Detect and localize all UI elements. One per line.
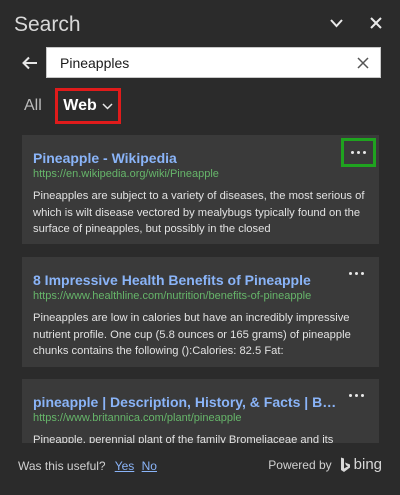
arrow-left-icon: [22, 56, 37, 70]
result-card[interactable]: Pineapple - Wikipedia https://en.wikiped…: [22, 135, 379, 244]
clear-search-button[interactable]: [354, 54, 372, 72]
feedback-prompt: Was this useful? Yes No: [18, 459, 161, 473]
feedback-question: Was this useful?: [18, 459, 106, 473]
feedback-footer: Was this useful? Yes No Powered by bing: [0, 445, 400, 495]
more-dot-icon: [354, 271, 358, 275]
result-more-options-button[interactable]: [341, 138, 376, 167]
search-input[interactable]: [47, 48, 347, 77]
bing-logo-icon: [340, 457, 350, 472]
back-button[interactable]: [17, 50, 43, 76]
more-dot-icon: [363, 151, 366, 154]
more-dot-icon: [360, 393, 364, 397]
more-dot-icon: [360, 271, 364, 275]
result-snippet: Pineapples are low in calories but have …: [33, 312, 351, 357]
pane-title: Search: [14, 13, 81, 36]
search-pane-header: Search: [0, 0, 400, 46]
bing-wordmark: bing: [353, 456, 382, 473]
scope-tab-all[interactable]: All: [24, 97, 42, 115]
more-dot-icon: [354, 393, 358, 397]
more-dot-icon: [351, 151, 354, 154]
search-box: [46, 47, 381, 78]
bing-logo: bing: [340, 456, 382, 473]
result-snippet: Pineapple, perennial plant of the family…: [33, 434, 334, 443]
result-card[interactable]: 8 Impressive Health Benefits of Pineappl…: [22, 257, 379, 367]
result-url[interactable]: https://en.wikipedia.org/wiki/Pineapple: [33, 168, 219, 180]
more-dot-icon: [357, 151, 360, 154]
result-snippet: Pineapples are subject to a variety of d…: [33, 190, 365, 235]
feedback-no-link[interactable]: No: [142, 459, 157, 473]
result-url[interactable]: https://www.healthline.com/nutrition/ben…: [33, 290, 311, 302]
close-button[interactable]: [365, 12, 387, 34]
scope-web-label: Web: [63, 97, 97, 114]
result-more-options-button[interactable]: [343, 265, 369, 281]
collapse-button[interactable]: [325, 12, 347, 34]
chevron-down-icon: [329, 18, 343, 27]
result-url[interactable]: https://www.britannica.com/plant/pineapp…: [33, 412, 242, 424]
result-title[interactable]: 8 Impressive Health Benefits of Pineappl…: [33, 272, 338, 288]
clear-icon: [357, 57, 369, 69]
powered-by-label: Powered by: [268, 457, 332, 472]
result-title[interactable]: Pineapple - Wikipedia: [33, 150, 338, 166]
scope-dropdown-web[interactable]: Web: [55, 88, 121, 124]
chevron-down-icon: [102, 102, 113, 110]
result-card[interactable]: pineapple | Description, History, & Fact…: [22, 379, 379, 443]
more-dot-icon: [348, 393, 352, 397]
more-dot-icon: [348, 271, 352, 275]
result-more-options-button[interactable]: [343, 387, 369, 403]
feedback-yes-link[interactable]: Yes: [115, 459, 135, 473]
powered-by-bing: Powered by bing: [268, 456, 382, 473]
close-icon: [370, 17, 382, 29]
result-title[interactable]: pineapple | Description, History, & Fact…: [33, 394, 338, 410]
